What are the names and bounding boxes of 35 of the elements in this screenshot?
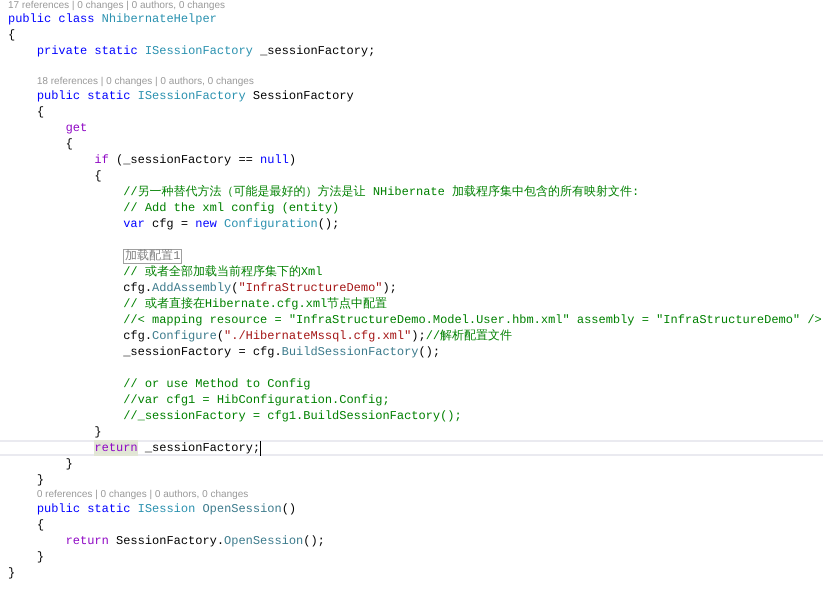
code-line: public class NhibernateHelper: [8, 11, 217, 27]
code-line: public static ISessionFactory SessionFactory: [36, 88, 354, 104]
code-line: private static ISessionFactory _sessionFactory;: [36, 43, 376, 59]
code-line: // 或者全部加载当前程序集下的Xml: [123, 264, 322, 280]
code-line: //< mapping resource = "InfraStructureDemo.Model.User.hbm.xml" assembly = "InfraStructureDemo" />: [123, 312, 822, 328]
code-line: return SessionFactory.OpenSession();: [66, 533, 325, 549]
code-line: }: [94, 424, 102, 440]
code-line: cfg.Configure("./HibernateMssql.cfg.xml");//解析配置文件: [123, 328, 512, 344]
code-lens-info[interactable]: 18 references | 0 changes | 0 authors, 0 changes: [36, 75, 254, 88]
code-line: {: [36, 104, 44, 120]
code-line: var cfg = new Configuration();: [123, 216, 340, 232]
code-line: }: [36, 472, 44, 488]
code-line: get: [66, 120, 88, 136]
code-line: _sessionFactory = cfg.BuildSessionFactory();: [123, 344, 440, 360]
code-line: {: [66, 136, 73, 152]
code-line: {: [94, 168, 102, 184]
code-line: //var cfg1 = HibConfiguration.Config;: [123, 392, 390, 408]
code-line: }: [36, 549, 44, 565]
code-line: //_sessionFactory = cfg1.BuildSessionFactory();: [123, 408, 462, 424]
code-line: if (_sessionFactory == null): [94, 152, 296, 168]
code-line: // Add the xml config (entity): [123, 200, 340, 216]
code-line: return _sessionFactory;: [94, 440, 262, 456]
text-cursor: [260, 440, 262, 456]
code-line: }: [8, 565, 16, 581]
code-lens-info[interactable]: 17 references | 0 changes | 0 authors, 0 changes: [8, 0, 226, 11]
code-line: //另一种替代方法（可能是最好的）方法是让 NHibernate 加载程序集中包含的所有映射文件:: [123, 184, 640, 200]
code-line: {: [36, 517, 44, 533]
code-lens-info[interactable]: 0 references | 0 changes | 0 authors, 0 changes: [36, 488, 248, 501]
code-line: public static ISession OpenSession(): [36, 501, 296, 517]
code-line: {: [8, 27, 16, 43]
code-line: cfg.AddAssembly("InfraStructureDemo");: [123, 280, 397, 296]
code-line: }: [66, 456, 73, 472]
code-line: // or use Method to Config: [123, 376, 310, 392]
code-line: // 或者直接在Hibernate.cfg.xml节点中配置: [123, 296, 388, 312]
collapsed-region[interactable]: 加载配置1: [123, 248, 182, 264]
